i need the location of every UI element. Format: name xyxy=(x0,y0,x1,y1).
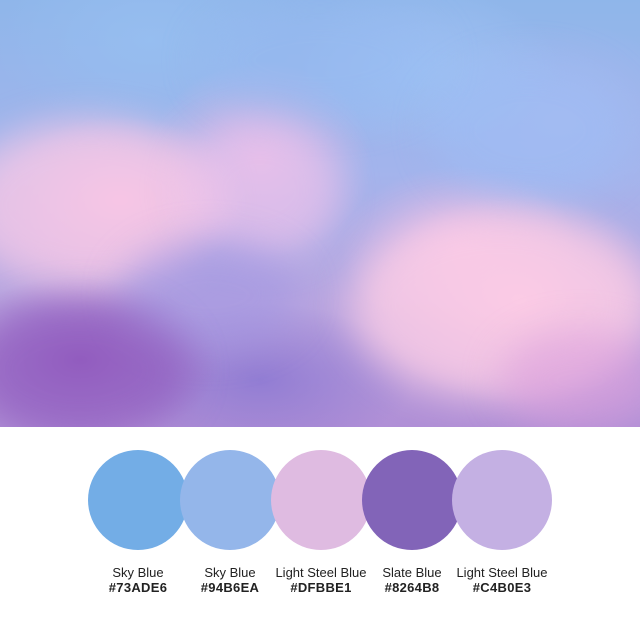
cloud-sky-photo xyxy=(0,0,640,427)
swatch-color-name: Light Steel Blue xyxy=(275,565,367,580)
color-swatch-2 xyxy=(180,450,280,550)
swatch-label-5: Light Steel Blue #C4B0E3 xyxy=(454,565,550,595)
cloud-shape xyxy=(430,60,630,200)
color-swatch-1 xyxy=(88,450,188,550)
swatch-hex-code: #94B6EA xyxy=(200,580,260,595)
swatch-color-name: Slate Blue xyxy=(382,565,442,580)
swatch-color-name: Sky Blue xyxy=(204,565,256,580)
swatch-label-1: Sky Blue #73ADE6 xyxy=(90,565,186,595)
swatch-hex-code: #8264B8 xyxy=(384,580,440,595)
swatch-label-3: Light Steel Blue #DFBBE1 xyxy=(273,565,369,595)
cloud-shape xyxy=(180,120,340,260)
swatch-label-4: Slate Blue #8264B8 xyxy=(364,565,460,595)
color-swatch-4 xyxy=(362,450,462,550)
swatch-label-2: Sky Blue #94B6EA xyxy=(182,565,278,595)
swatch-color-name: Light Steel Blue xyxy=(456,565,548,580)
color-swatch-3 xyxy=(271,450,371,550)
swatch-hex-code: #DFBBE1 xyxy=(290,580,352,595)
color-palette-card: Sky Blue #73ADE6 Sky Blue #94B6EA Light … xyxy=(0,0,640,640)
swatch-color-name: Sky Blue xyxy=(112,565,164,580)
swatch-hex-code: #C4B0E3 xyxy=(472,580,532,595)
color-swatch-5 xyxy=(452,450,552,550)
swatch-hex-code: #73ADE6 xyxy=(108,580,168,595)
cloud-shape xyxy=(200,0,440,120)
